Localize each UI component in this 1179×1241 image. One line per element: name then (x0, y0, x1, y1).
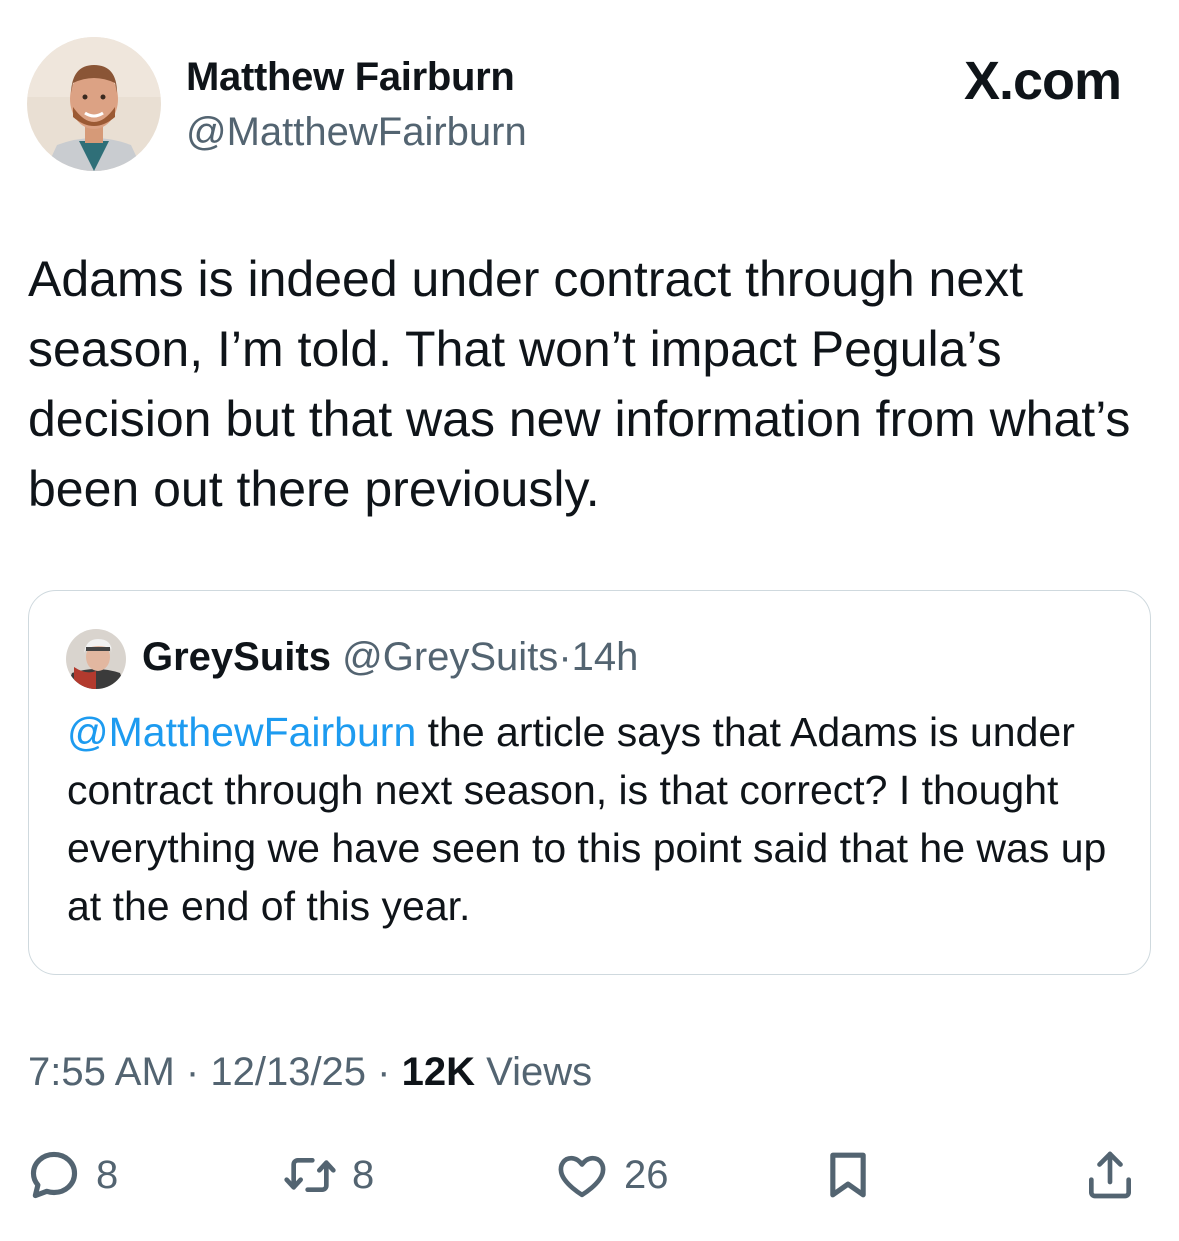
like-button[interactable]: 26 (554, 1140, 669, 1210)
author-handle[interactable]: @MatthewFairburn (186, 110, 527, 155)
like-icon (558, 1155, 606, 1198)
bookmark-button[interactable] (820, 1140, 876, 1210)
share-icon (1089, 1151, 1131, 1199)
repost-count: 8 (352, 1152, 375, 1197)
quoted-separator: · (558, 635, 572, 679)
brand-logo: X.com (963, 51, 1122, 111)
repost-icon (284, 1157, 336, 1193)
quoted-handle[interactable]: @GreySuits (342, 635, 558, 679)
tweet-text: Adams is indeed under contract through n… (28, 251, 1131, 517)
share-button[interactable] (1082, 1140, 1138, 1210)
meta-separator: · (377, 1050, 391, 1094)
quoted-time[interactable]: 14h (572, 635, 639, 679)
reply-count: 8 (96, 1152, 119, 1197)
author-display-name[interactable]: Matthew Fairburn (186, 55, 515, 100)
quoted-mention-link[interactable]: @MatthewFairburn (67, 709, 416, 755)
tweet-metadata: 7:55 AM · 12/13/25 · 12K Views (28, 1050, 592, 1095)
meta-separator: · (185, 1050, 200, 1094)
author-avatar[interactable] (27, 37, 161, 171)
quoted-header: GreySuits @GreySuits·14h (142, 635, 638, 680)
reply-icon (30, 1151, 78, 1199)
quoted-display-name[interactable]: GreySuits (142, 635, 331, 679)
reply-button[interactable]: 8 (26, 1140, 118, 1210)
quoted-text: @MatthewFairburn the article says that A… (67, 703, 1127, 935)
action-bar: 8 8 26 (0, 1140, 1179, 1210)
repost-button[interactable]: 8 (282, 1140, 374, 1210)
views-label: Views (486, 1050, 593, 1094)
quoted-author-avatar[interactable] (66, 629, 126, 689)
quoted-tweet-card[interactable]: GreySuits @GreySuits·14h @MatthewFairbur… (28, 590, 1151, 975)
views-count: 12K (401, 1050, 476, 1094)
bookmark-icon (830, 1152, 866, 1198)
tweet-time[interactable]: 7:55 AM (28, 1050, 175, 1094)
like-count: 26 (624, 1152, 669, 1197)
tweet-date[interactable]: 12/13/25 (210, 1050, 366, 1094)
